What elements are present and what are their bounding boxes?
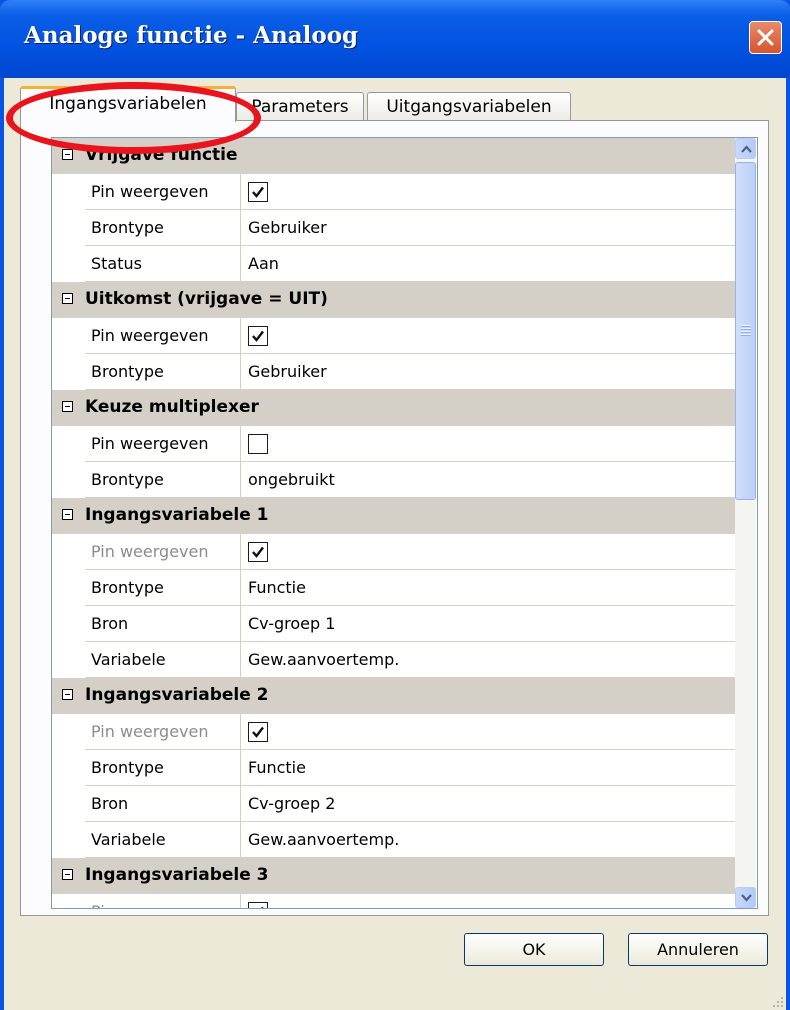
property-value[interactable]: Gew.aanvoertemp. bbox=[241, 642, 735, 678]
collapse-icon[interactable] bbox=[62, 293, 73, 304]
property-row[interactable]: Pin weergeven bbox=[52, 318, 735, 354]
property-value[interactable]: Aan bbox=[241, 246, 735, 282]
property-row[interactable]: Brontype Gebruiker bbox=[52, 354, 735, 390]
property-row[interactable]: Status Aan bbox=[52, 246, 735, 282]
scroll-thumb[interactable] bbox=[735, 162, 756, 500]
category-label: Keuze multiplexer bbox=[85, 397, 259, 417]
property-value[interactable]: Gebruiker bbox=[241, 210, 735, 246]
vertical-scrollbar[interactable] bbox=[735, 138, 756, 908]
cancel-button[interactable]: Annuleren bbox=[628, 933, 768, 966]
property-name: Variabele bbox=[85, 822, 241, 858]
scroll-up-button[interactable] bbox=[735, 138, 756, 159]
property-name: Pin weergeven bbox=[85, 534, 241, 570]
size-grip-icon[interactable] bbox=[770, 994, 784, 1008]
checkmark-icon bbox=[252, 186, 264, 198]
pin-checkbox[interactable] bbox=[248, 434, 268, 454]
category-label: Ingangsvariabele 2 bbox=[85, 685, 269, 705]
property-name: Pin weergeven bbox=[85, 318, 241, 354]
property-value[interactable]: Gew.aanvoertemp. bbox=[241, 822, 735, 858]
category-row[interactable]: Keuze multiplexer bbox=[52, 390, 735, 426]
property-grid[interactable]: Vrijgave functie Pin weergeven Brontype Geb… bbox=[51, 137, 758, 909]
property-name: Pin weergeven bbox=[85, 174, 241, 210]
property-value[interactable]: Cv-groep 2 bbox=[241, 786, 735, 822]
property-value[interactable]: Functie bbox=[241, 750, 735, 786]
pin-checkbox[interactable] bbox=[248, 722, 268, 742]
dialog-client-area: Ingangsvariabelen Parameters Uitgangsvar… bbox=[4, 78, 786, 1010]
checkmark-icon bbox=[252, 330, 264, 342]
property-value[interactable] bbox=[241, 426, 735, 462]
property-value[interactable] bbox=[241, 174, 735, 210]
category-row[interactable]: Uitkomst (vrijgave = UIT) bbox=[52, 282, 735, 318]
tab-uitgangsvariabelen[interactable]: Uitgangsvariabelen bbox=[367, 92, 571, 120]
property-row[interactable]: Bron Cv-groep 2 bbox=[52, 786, 735, 822]
property-row[interactable]: Pin weergeven bbox=[52, 534, 735, 570]
category-label: Uitkomst (vrijgave = UIT) bbox=[85, 289, 328, 309]
property-value[interactable]: Functie bbox=[241, 570, 735, 606]
collapse-icon[interactable] bbox=[62, 401, 73, 412]
pin-checkbox[interactable] bbox=[248, 542, 268, 562]
property-name: Pin weergeven bbox=[85, 426, 241, 462]
property-value[interactable]: Gebruiker bbox=[241, 354, 735, 390]
close-icon bbox=[757, 29, 774, 46]
property-value[interactable] bbox=[241, 894, 735, 908]
close-button[interactable] bbox=[749, 21, 782, 54]
category-row[interactable]: Vrijgave functie bbox=[52, 138, 735, 174]
property-name: Status bbox=[85, 246, 241, 282]
property-value[interactable] bbox=[241, 714, 735, 750]
property-row[interactable]: Brontype Gebruiker bbox=[52, 210, 735, 246]
tab-ingangsvariabelen[interactable]: Ingangsvariabelen bbox=[20, 86, 236, 122]
property-name: Bron bbox=[85, 786, 241, 822]
property-value[interactable] bbox=[241, 534, 735, 570]
property-row[interactable]: Pin weergeven bbox=[52, 174, 735, 210]
property-name: Pin weergeven bbox=[85, 894, 241, 908]
property-value[interactable] bbox=[241, 318, 735, 354]
property-rows: Vrijgave functie Pin weergeven Brontype Geb… bbox=[52, 138, 735, 908]
property-value[interactable]: Cv-groep 1 bbox=[241, 606, 735, 642]
property-row[interactable]: Variabele Gew.aanvoertemp. bbox=[52, 642, 735, 678]
property-row[interactable]: Bron Cv-groep 1 bbox=[52, 606, 735, 642]
pin-checkbox[interactable] bbox=[248, 326, 268, 346]
tab-panel: Vrijgave functie Pin weergeven Brontype Geb… bbox=[20, 120, 769, 916]
property-row[interactable]: Brontype Functie bbox=[52, 750, 735, 786]
pin-checkbox[interactable] bbox=[248, 902, 268, 908]
property-name: Pin weergeven bbox=[85, 714, 241, 750]
property-name: Brontype bbox=[85, 750, 241, 786]
category-row[interactable]: Ingangsvariabele 2 bbox=[52, 678, 735, 714]
dialog-window: Analoge functie - Analoog Ingangsvariabe… bbox=[0, 0, 790, 1010]
category-label: Vrijgave functie bbox=[85, 145, 238, 165]
title-bar[interactable]: Analoge functie - Analoog bbox=[0, 0, 790, 78]
property-row[interactable]: Brontype ongebruikt bbox=[52, 462, 735, 498]
collapse-icon[interactable] bbox=[62, 689, 73, 700]
pin-checkbox[interactable] bbox=[248, 182, 268, 202]
category-label: Ingangsvariabele 1 bbox=[85, 505, 269, 525]
checkmark-icon bbox=[261, 906, 264, 908]
category-row[interactable]: Ingangsvariabele 1 bbox=[52, 498, 735, 534]
chevron-up-icon bbox=[741, 145, 752, 153]
scroll-down-button[interactable] bbox=[735, 887, 756, 908]
property-value[interactable]: ongebruikt bbox=[241, 462, 735, 498]
property-row[interactable]: Variabele Gew.aanvoertemp. bbox=[52, 822, 735, 858]
chevron-down-icon bbox=[741, 894, 752, 902]
property-name: Brontype bbox=[85, 210, 241, 246]
checkmark-icon bbox=[252, 546, 264, 558]
property-row[interactable]: Pin weergeven bbox=[52, 714, 735, 750]
property-row[interactable]: Brontype Functie bbox=[52, 570, 735, 606]
property-row[interactable]: Pin weergeven bbox=[52, 894, 735, 908]
collapse-icon[interactable] bbox=[62, 869, 73, 880]
ok-button[interactable]: OK bbox=[464, 933, 604, 966]
property-name: Brontype bbox=[85, 354, 241, 390]
collapse-icon[interactable] bbox=[62, 509, 73, 520]
tab-parameters[interactable]: Parameters bbox=[236, 92, 364, 120]
property-name: Bron bbox=[85, 606, 241, 642]
property-row[interactable]: Pin weergeven bbox=[52, 426, 735, 462]
category-row[interactable]: Ingangsvariabele 3 bbox=[52, 858, 735, 894]
property-name: Brontype bbox=[85, 570, 241, 606]
collapse-icon[interactable] bbox=[62, 149, 73, 160]
property-name: Brontype bbox=[85, 462, 241, 498]
property-name: Variabele bbox=[85, 642, 241, 678]
category-label: Ingangsvariabele 3 bbox=[85, 865, 269, 885]
window-title: Analoge functie - Analoog bbox=[24, 22, 359, 49]
checkmark-icon bbox=[252, 726, 264, 738]
